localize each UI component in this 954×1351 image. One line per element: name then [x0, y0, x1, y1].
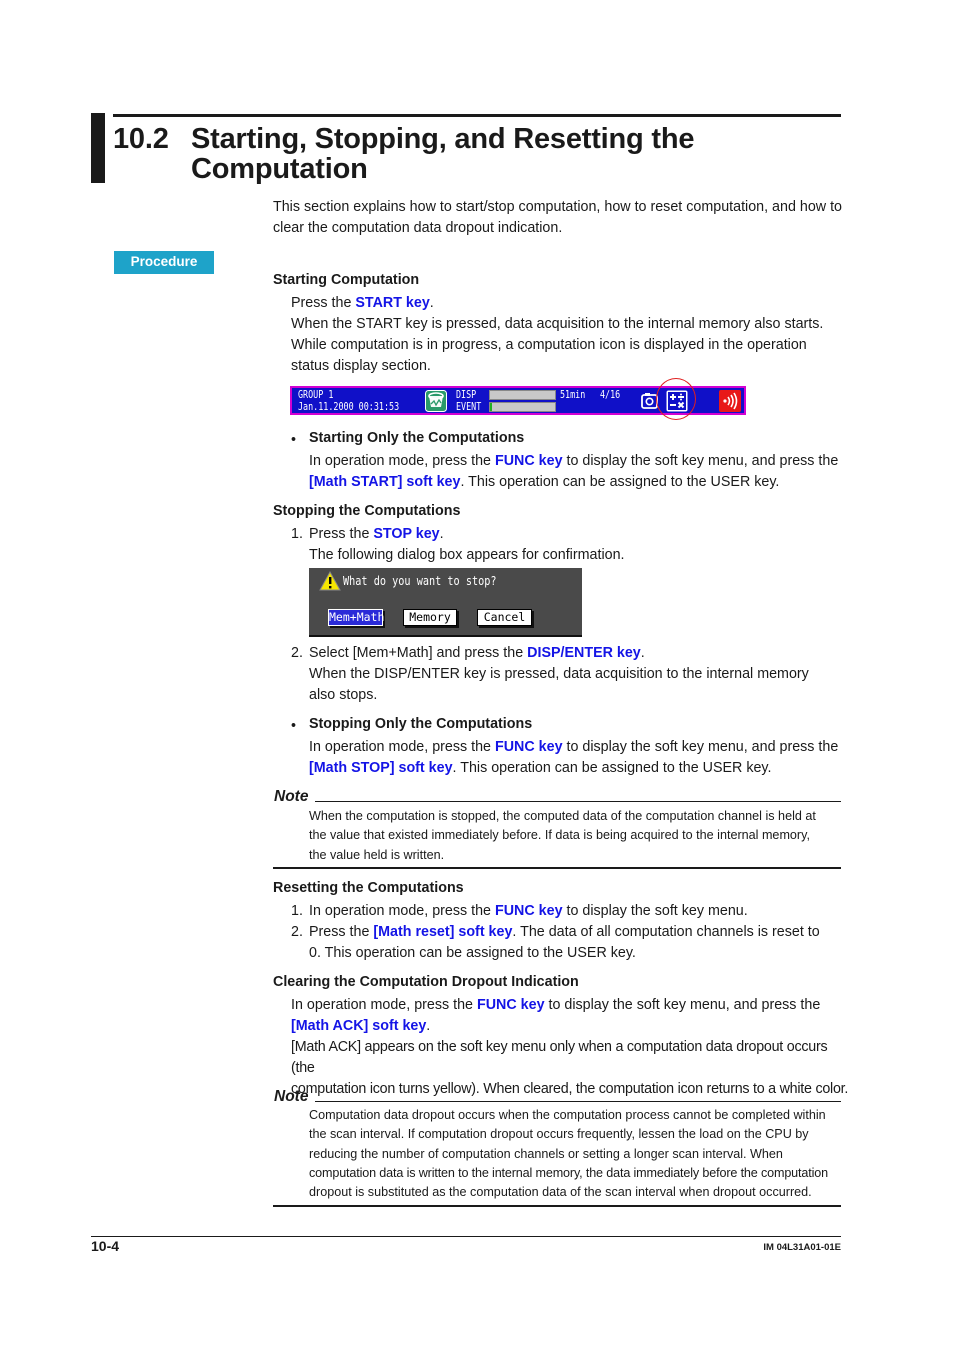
func-key-ref: FUNC key [476, 997, 545, 1013]
clearing-text: In operation mode, press the FUNC key to… [291, 997, 849, 1097]
footer-rule [91, 1236, 841, 1237]
starting-line4: status display section. [291, 358, 431, 374]
status-event-label: EVENT [456, 401, 482, 413]
document-id: IM 04L31A01-01E [763, 1242, 841, 1253]
math-reset-key-ref: [Math reset] soft key [373, 924, 513, 940]
page-number: 10-4 [91, 1238, 120, 1254]
memory-icon [425, 390, 447, 415]
start-key-ref: START key [355, 295, 430, 311]
stopping-heading: Stopping the Computations [273, 503, 461, 519]
stopping-only-heading: Stopping Only the Computations [309, 716, 533, 732]
resetting-heading: Resetting the Computations [273, 880, 464, 896]
status-remaining: 51min [560, 389, 586, 401]
math-start-key-ref: [Math START] soft key [309, 474, 461, 490]
disp-gauge [489, 390, 556, 400]
status-disp-label: DISP [456, 389, 477, 401]
mem-math-button[interactable]: Mem+Math [328, 609, 384, 626]
starting-line2: When the START key is pressed, data acqu… [291, 316, 824, 332]
memory-button[interactable]: Memory [403, 609, 457, 626]
stopping-only-text: In operation mode, press the FUNC key to… [309, 739, 839, 776]
section-heading: 10.2 Starting, Stopping, and Resetting th… [113, 123, 695, 185]
starting-only-bullet: • [291, 432, 297, 448]
heading-rule [113, 114, 841, 117]
starting-heading: Starting Computation [273, 272, 420, 288]
starting-only-text: In operation mode, press the FUNC key to… [309, 453, 839, 490]
math-ack-key-ref: [Math ACK] soft key [291, 1018, 427, 1034]
reset-step1-num: 1. [291, 903, 303, 919]
func-key-ref: FUNC key [494, 453, 563, 469]
starting-line3: While computation is in progress, a comp… [291, 337, 807, 353]
stop-step2: Select [Mem+Math] and press the DISP/ENT… [309, 645, 809, 703]
note2-label: Note [274, 1088, 309, 1105]
clearing-heading: Clearing the Computation Dropout Indicat… [273, 974, 579, 990]
note1-label: Note [274, 788, 309, 805]
status-group: GROUP 1 [298, 389, 334, 401]
disp-enter-key-ref: DISP/ENTER key [527, 645, 641, 661]
stop-step1: Press the STOP key. The following dialog… [309, 526, 625, 563]
stopping-only-bullet: • [291, 718, 297, 734]
event-gauge [489, 402, 556, 412]
starting-only-heading: Starting Only the Computations [309, 430, 525, 446]
procedure-badge: Procedure [114, 251, 214, 274]
reset-step1: In operation mode, press the FUNC key to… [309, 903, 748, 919]
stop-confirm-dialog: What do you want to stop? Mem+Math Memor… [309, 568, 582, 637]
status-page: 4/16 [600, 389, 621, 401]
note2-end-rule [273, 1205, 841, 1207]
stop-key-ref: STOP key [373, 526, 440, 542]
note2-text: Computation data dropout occurs when the… [309, 1108, 828, 1200]
warning-icon [319, 570, 341, 595]
intro-paragraph: This section explains how to start/stop … [273, 199, 843, 236]
math-stop-key-ref: [Math STOP] soft key [309, 760, 453, 776]
stop-step2-num: 2. [291, 645, 303, 661]
note1-text: When the computation is stopped, the com… [309, 809, 816, 862]
dialog-message: What do you want to stop? [343, 574, 497, 588]
stop-step1-num: 1. [291, 526, 303, 542]
communication-icon [719, 390, 741, 415]
starting-text: Press the START key. When the START key … [291, 293, 843, 377]
func-key-ref: FUNC key [494, 739, 563, 755]
heading-side-bar [91, 113, 105, 183]
starting-press-line: Press the START key. [291, 295, 434, 311]
event-gauge-fill [490, 403, 492, 411]
section-number: 10.2 [113, 123, 169, 155]
computation-icon-highlight [656, 378, 696, 420]
reset-step2-num: 2. [291, 924, 303, 940]
func-key-ref: FUNC key [494, 903, 563, 919]
reset-step2: Press the [Math reset] soft key. The dat… [309, 924, 820, 961]
status-datetime: Jan.11.2000 00:31:53 [298, 401, 400, 413]
section-title-line1: Starting, Stopping, and Resetting the [191, 123, 695, 155]
section-title-line2: Computation [191, 153, 368, 185]
note2-rule [315, 1101, 841, 1102]
note1-rule [315, 801, 841, 802]
cancel-button[interactable]: Cancel [477, 609, 532, 626]
note1-end-rule [273, 867, 841, 869]
